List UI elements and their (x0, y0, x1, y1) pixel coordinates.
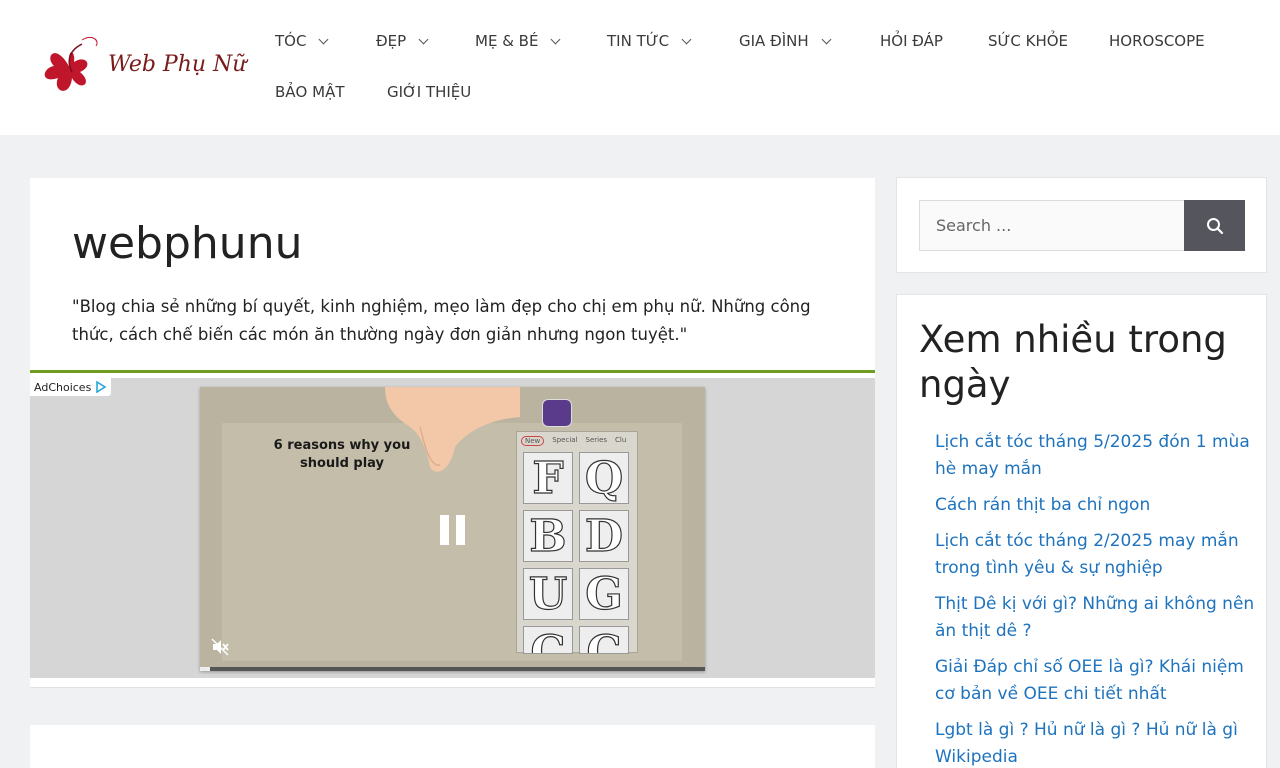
nav-item-tin-tuc[interactable]: TIN TỨC (607, 32, 692, 50)
tablet-image: New Special Series Clu F Q B D U G C C (516, 431, 638, 654)
popular-post-link[interactable]: Lgbt là gì ? Hủ nữ là gì ? Hủ nữ là gì W… (935, 717, 1255, 768)
tablet-tab: Clu (615, 436, 627, 444)
widget-title: Xem nhiều trong ngày (919, 318, 1227, 406)
accent-divider (30, 370, 875, 373)
popular-post-link[interactable]: Cách rán thịt ba chỉ ngon (935, 492, 1255, 519)
video-progress-fill (200, 667, 211, 671)
letter-tile: C (523, 626, 573, 654)
nav-item-dep[interactable]: ĐẸP (376, 32, 429, 50)
adchoices-link[interactable]: AdChoices (30, 378, 112, 396)
nav-item-label: GIA ĐÌNH (739, 32, 809, 50)
nav-item-label: HỎI ĐÁP (880, 32, 943, 50)
letter-tile: F (523, 452, 573, 504)
nav-item-label: HOROSCOPE (1109, 32, 1205, 50)
nav-item-toc[interactable]: TÓC (275, 32, 329, 50)
popular-post-link[interactable]: Giải Đáp chỉ số OEE là gì? Khái niệm cơ … (935, 654, 1255, 708)
letter-tile: C (579, 626, 629, 654)
nav-item-me-be[interactable]: MẸ & BÉ (475, 32, 561, 50)
site-title: webphunu (72, 218, 303, 269)
popular-post-link[interactable]: Thịt Dê kị với gì? Những ai không nên ăn… (935, 591, 1255, 645)
nav-item-label: SỨC KHỎE (988, 32, 1069, 50)
site-description: "Blog chia sẻ những bí quyết, kinh nghiệ… (72, 297, 811, 344)
adchoices-label: AdChoices (34, 380, 92, 394)
search-icon (1206, 217, 1223, 234)
nav-item-label: TIN TỨC (607, 32, 670, 50)
nav-item-label: BẢO MẬT (275, 83, 345, 101)
card-divider (30, 687, 875, 688)
letter-tile: Q (579, 452, 629, 504)
popular-posts-list: Lịch cắt tóc tháng 5/2025 đón 1 mùa hè m… (935, 429, 1255, 768)
nav-item-hoi-dap[interactable]: HỎI ĐÁP (880, 32, 943, 50)
letter-tile: U (523, 568, 573, 620)
nav-item-label: ĐẸP (376, 32, 407, 50)
nav-item-label: TÓC (275, 32, 307, 50)
nav-item-suc-khoe[interactable]: SỨC KHỎE (988, 32, 1068, 50)
chevron-down-icon (681, 34, 692, 44)
post-card (30, 725, 875, 768)
popular-posts-widget: Xem nhiều trong ngày Lịch cắt tóc tháng … (896, 294, 1267, 768)
app-icon (542, 399, 572, 427)
chevron-down-icon (418, 34, 429, 44)
main-nav: TÓC ĐẸP MẸ & BÉ TIN TỨC GIA ĐÌNH HỎI ĐÁP… (0, 0, 1280, 135)
nav-item-horoscope[interactable]: HOROSCOPE (1109, 32, 1205, 50)
search-widget (896, 177, 1267, 273)
tablet-tab: Special (552, 436, 578, 444)
search-input[interactable] (919, 200, 1185, 251)
tablet-tab: New (521, 436, 545, 446)
nav-item-gioi-thieu[interactable]: GIỚI THIỆU (387, 83, 471, 101)
site-intro-card: webphunu "Blog chia sẻ những bí quyết, k… (30, 178, 875, 688)
mute-icon[interactable] (210, 637, 230, 657)
pause-icon[interactable] (440, 515, 466, 545)
nav-item-label: MẸ & BÉ (475, 32, 539, 50)
popular-post-link[interactable]: Lịch cắt tóc tháng 5/2025 đón 1 mùa hè m… (935, 429, 1255, 483)
tablet-tab: Series (585, 436, 608, 444)
letter-tile: D (579, 510, 629, 562)
letter-tile: B (523, 510, 573, 562)
chevron-down-icon (319, 34, 329, 44)
nav-item-bao-mat[interactable]: BẢO MẬT (275, 83, 345, 101)
letter-tile: G (579, 568, 629, 620)
popular-post-link[interactable]: Lịch cắt tóc tháng 2/2025 may mắn trong … (935, 528, 1255, 582)
video-ad[interactable]: AdChoices 6 reasons why you should play … (30, 378, 875, 678)
nav-item-label: GIỚI THIỆU (387, 83, 472, 101)
ad-video-caption: 6 reasons why you should play (273, 438, 411, 471)
tablet-tabs: New Special Series Clu (521, 436, 626, 446)
chevron-down-icon (821, 34, 832, 44)
search-button[interactable] (1184, 200, 1245, 251)
ad-video-player[interactable]: 6 reasons why you should play New Specia… (200, 387, 705, 671)
adchoices-icon (96, 381, 107, 393)
nav-item-gia-dinh[interactable]: GIA ĐÌNH (739, 32, 832, 50)
chevron-down-icon (550, 34, 561, 44)
video-progress-bar[interactable] (200, 667, 705, 671)
site-header: Web Phụ Nữ TÓC ĐẸP MẸ & BÉ TIN TỨC GIA Đ… (0, 0, 1280, 135)
